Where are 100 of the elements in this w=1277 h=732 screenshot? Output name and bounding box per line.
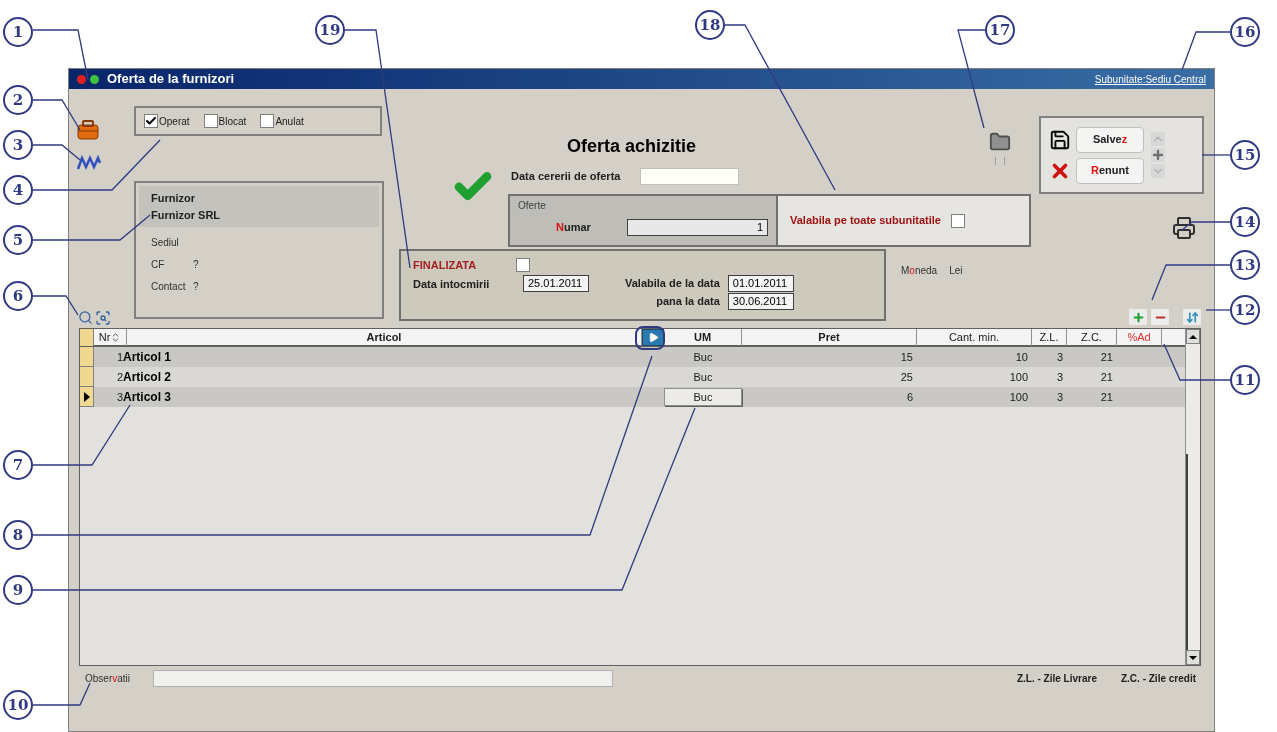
toolbox-icon[interactable] [76, 119, 100, 141]
table-cell-text: 15 [899, 349, 914, 365]
field-value: ? [193, 258, 199, 272]
picker-button[interactable] [642, 329, 664, 346]
unit-dropdown[interactable]: Buc [664, 388, 742, 406]
subunit-link[interactable]: Subunitate:Sediu Central [1094, 71, 1206, 87]
field-label: Sediul [151, 236, 180, 250]
row-indicator[interactable] [80, 387, 94, 407]
callout-number: 7 [3, 450, 33, 480]
callout-number: 1 [3, 17, 33, 47]
field-value: Lei [949, 264, 963, 278]
column-header[interactable]: UM [693, 329, 712, 346]
checkbox-label: Anulat [275, 114, 304, 129]
table-cell-text: Articol 2 [123, 369, 172, 386]
callout-number: 12 [1230, 295, 1260, 325]
number-field[interactable]: 1 [626, 219, 768, 236]
table-cell-text: Buc [692, 369, 714, 385]
search-list-icon[interactable] [95, 310, 111, 326]
field-label: Moneda [901, 264, 938, 278]
document-title: Oferta achizitie [566, 135, 698, 158]
field-label: Numar [555, 220, 592, 236]
table-cell-text: 21 [1099, 369, 1114, 385]
callout-number: 17 [985, 15, 1015, 45]
callout-number: 18 [695, 10, 725, 40]
play-icon [647, 331, 659, 343]
checkbox[interactable] [144, 114, 158, 128]
callout-number: 16 [1230, 17, 1260, 47]
wave-icon[interactable] [76, 155, 102, 171]
save-icon [1049, 128, 1071, 151]
table-cell-text: 3 [1055, 369, 1064, 385]
request-date-field[interactable] [640, 168, 740, 185]
plus-icon[interactable] [1151, 148, 1165, 162]
field-label: pana la data [656, 293, 720, 309]
callout-number: 11 [1230, 365, 1260, 395]
checkbox[interactable] [951, 213, 965, 228]
checkbox[interactable] [203, 114, 218, 128]
group-label: Oferte [518, 199, 547, 213]
leader-line [1205, 309, 1231, 311]
leader-line [1181, 221, 1231, 231]
callout-number: 5 [3, 225, 33, 255]
table-cell-text: 6 [905, 389, 914, 405]
print-icon[interactable] [1172, 216, 1196, 240]
checkbox-label: Blocat [218, 114, 247, 129]
table-cell-text: 3 [1055, 389, 1064, 405]
table-cell-text: 25 [899, 369, 914, 385]
leader-line [32, 99, 81, 131]
table-cell-text: 100 [1008, 369, 1029, 385]
column-header[interactable]: Articol [366, 329, 402, 346]
barcode-mark-icon [995, 157, 1005, 165]
scroll-down-icon[interactable] [1186, 650, 1200, 665]
delete-row-button[interactable] [1151, 309, 1169, 325]
supplier-name: Furnizor SRL [151, 207, 222, 223]
leader-line [1201, 154, 1231, 156]
checkbox-label: FINALIZATA [413, 258, 477, 273]
table-cell-text: Articol 3 [123, 389, 172, 406]
highlight-ring [635, 326, 665, 350]
leader-line [32, 682, 91, 706]
save-button[interactable]: Salvez [1076, 126, 1144, 153]
field-label: Data cererii de oferta [511, 169, 621, 185]
add-row-button[interactable] [1129, 309, 1147, 325]
callout-number: 15 [1230, 140, 1260, 170]
table-cell-text: Buc [692, 349, 714, 365]
search-icon[interactable] [78, 310, 93, 325]
callout-number: 9 [3, 575, 33, 605]
column-header[interactable]: Nr [98, 329, 111, 346]
callout-number: 3 [3, 130, 33, 160]
callout-number: 4 [3, 175, 33, 205]
checkbox[interactable] [516, 258, 531, 273]
column-header[interactable]: Pret [818, 329, 840, 346]
field-label: Observatii [85, 672, 132, 686]
leader-line [32, 29, 89, 81]
checkbox-label: Valabila pe toate subunitatile [790, 213, 941, 229]
date-field[interactable]: 25.01.2011 [523, 274, 589, 292]
column-header[interactable]: Z.L. [1039, 329, 1059, 346]
callout-number: 8 [3, 520, 33, 550]
column-header[interactable]: Z.C. [1081, 329, 1102, 346]
date-field[interactable]: 30.06.2011 [727, 292, 794, 310]
field-label: Valabila de la data [625, 275, 720, 291]
plus-icon [1131, 310, 1145, 324]
cancel-button[interactable]: Renunt [1076, 157, 1144, 184]
window-title: Oferta de la furnizori [107, 70, 235, 89]
table-cell-text: 10 [1014, 349, 1029, 365]
callout-number: 2 [3, 85, 33, 115]
checkbox-label: Operat [159, 114, 190, 129]
table-cell-text: 3 [1055, 349, 1064, 365]
observations-field[interactable] [153, 670, 613, 687]
leader-line [32, 295, 79, 316]
leader-line [1181, 31, 1231, 71]
checkbox[interactable] [260, 114, 275, 128]
field-label: CF [151, 258, 166, 272]
folder-icon[interactable] [989, 131, 1011, 153]
scroll-up-icon[interactable] [1186, 329, 1200, 344]
leader-line [1163, 343, 1231, 381]
date-field[interactable]: 01.01.2011 [727, 274, 794, 292]
row-indicator [80, 329, 94, 346]
table-cell-text: 100 [1008, 389, 1029, 405]
column-header[interactable]: %Ad [1127, 329, 1151, 346]
column-header[interactable]: Cant. min. [948, 329, 1000, 346]
scrollbar[interactable] [1185, 329, 1200, 665]
callout-number: 13 [1230, 250, 1260, 280]
